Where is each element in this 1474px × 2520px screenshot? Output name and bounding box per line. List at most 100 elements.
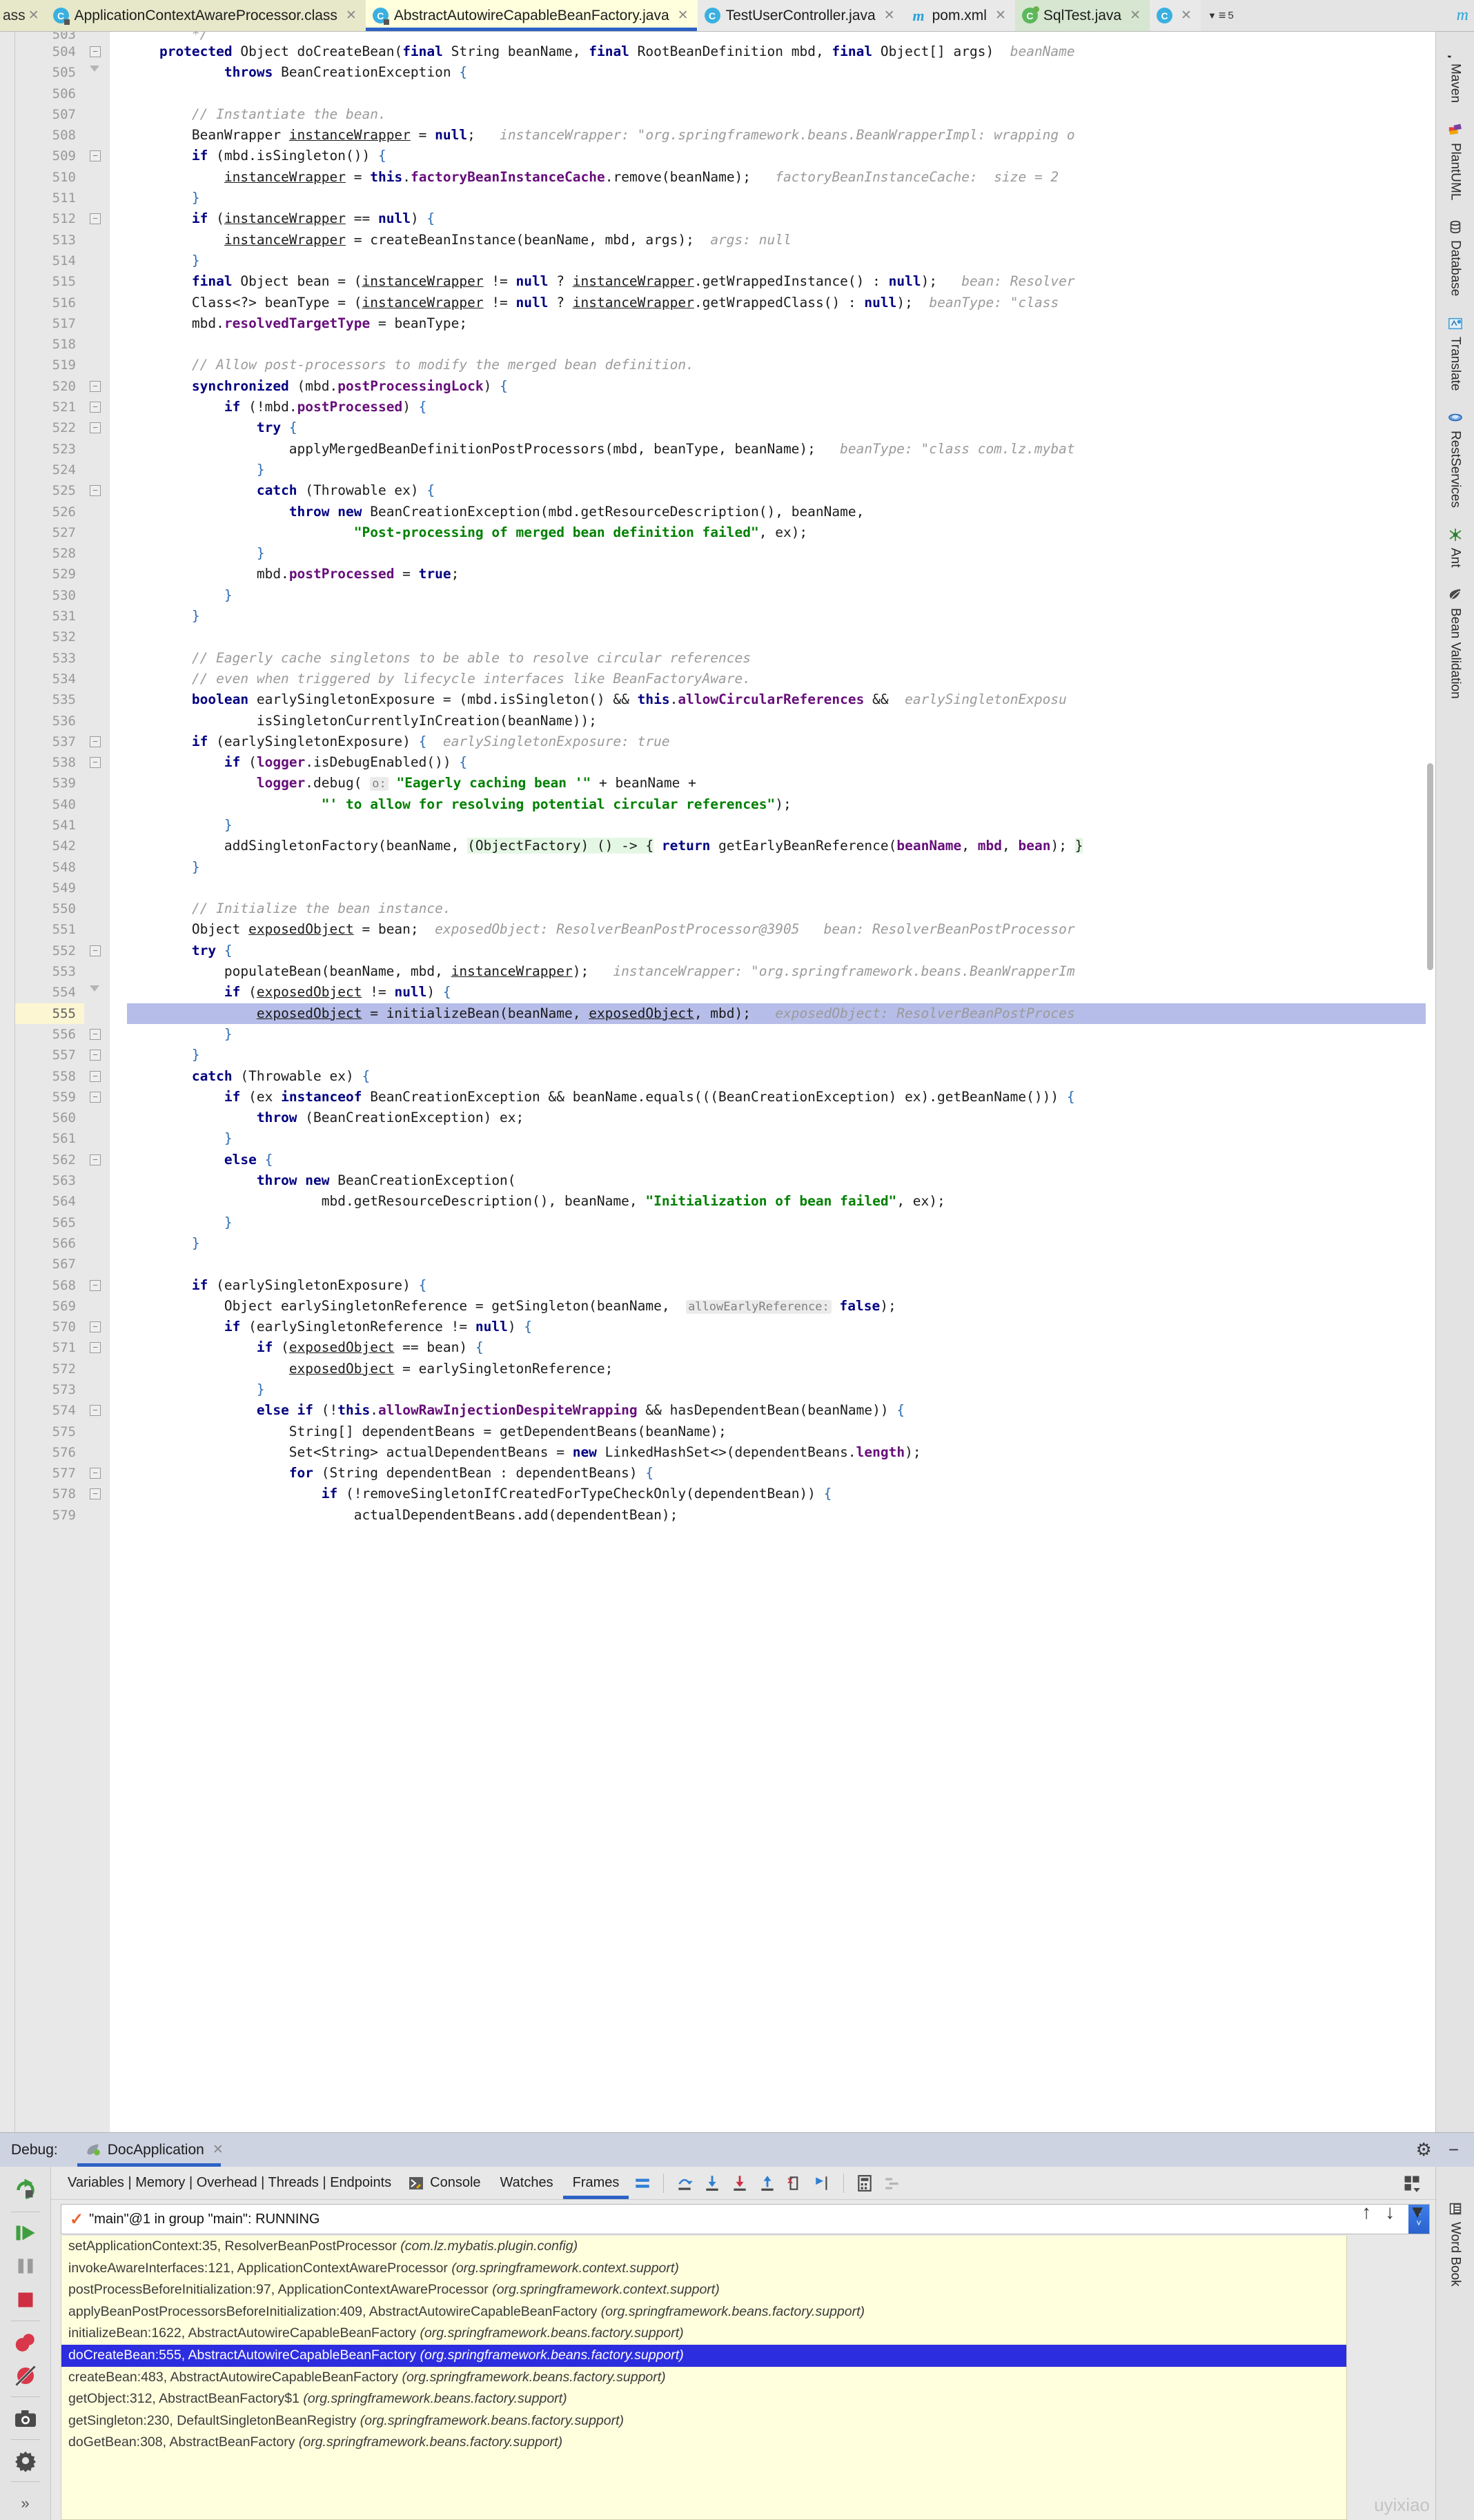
step-into-button[interactable] — [702, 2173, 723, 2194]
code-line[interactable]: } — [127, 606, 1435, 627]
fold-collapse-icon[interactable]: − — [90, 402, 101, 413]
tab-watches[interactable]: Watches — [491, 2167, 563, 2199]
maven-m-icon[interactable]: m — [1457, 6, 1468, 25]
step-over-button[interactable] — [674, 2173, 695, 2194]
fold-collapse-icon[interactable]: − — [90, 150, 101, 162]
line-number[interactable]: 525 — [15, 480, 84, 501]
code-line[interactable]: mbd.resolvedTargetType = beanType; — [127, 313, 1435, 334]
code-line[interactable]: if (mbd.isSingleton()) { — [127, 146, 1435, 166]
code-line[interactable]: if (earlySingletonExposure) { earlySingl… — [127, 731, 1435, 752]
minimize-icon[interactable]: − — [1448, 2139, 1459, 2160]
line-number[interactable]: 557 — [15, 1045, 84, 1065]
line-number[interactable]: 510 — [15, 167, 84, 188]
step-out-button[interactable] — [757, 2173, 778, 2194]
fold-collapse-icon[interactable]: − — [90, 757, 101, 769]
code-line[interactable]: } — [127, 1212, 1435, 1233]
rerun-button[interactable] — [9, 2175, 42, 2206]
code-line[interactable]: if (earlySingletonExposure) { — [127, 1275, 1435, 1296]
line-number[interactable]: 505 — [15, 62, 84, 83]
line-number[interactable]: 562 — [15, 1150, 84, 1170]
line-number[interactable]: 560 — [15, 1108, 84, 1128]
frame-row[interactable]: createBean:483, AbstractAutowireCapableB… — [61, 2367, 1346, 2389]
code-line[interactable]: } — [127, 815, 1435, 836]
code-line[interactable]: if (logger.isDebugEnabled()) { — [127, 752, 1435, 773]
fold-collapse-icon[interactable]: − — [90, 380, 101, 392]
fold-collapse-icon[interactable]: − — [90, 1405, 101, 1417]
code-line[interactable]: // Initialize the bean instance. — [127, 898, 1435, 919]
line-number[interactable]: 513 — [15, 230, 84, 250]
line-number[interactable]: 561 — [15, 1128, 84, 1149]
code-line[interactable] — [127, 334, 1435, 355]
line-number[interactable]: 507 — [15, 104, 84, 125]
line-number[interactable]: 511 — [15, 188, 84, 208]
line-number[interactable]: 524 — [15, 460, 84, 480]
frames-list[interactable]: setApplicationContext:35, ResolverBeanPo… — [61, 2236, 1347, 2520]
frame-row[interactable]: applyBeanPostProcessorsBeforeInitializat… — [61, 2301, 1346, 2323]
code-line[interactable]: } — [127, 543, 1435, 564]
layout-settings-icon[interactable] — [1402, 2174, 1422, 2193]
evaluate-expression-button[interactable] — [854, 2173, 875, 2194]
code-line[interactable] — [127, 878, 1435, 898]
line-number[interactable]: 518 — [15, 334, 84, 355]
code-line[interactable]: logger.debug( o: "Eagerly caching bean '… — [127, 773, 1435, 794]
code-line[interactable]: protected Object doCreateBean(final Stri… — [127, 41, 1435, 62]
stop-button[interactable] — [9, 2285, 42, 2316]
line-number[interactable]: 555 — [15, 1003, 84, 1024]
close-icon[interactable]: ✕ — [28, 8, 39, 23]
code-text-area[interactable]: */ protected Object doCreateBean(final S… — [121, 32, 1435, 2132]
line-number[interactable]: 565 — [15, 1212, 84, 1233]
code-line[interactable]: "' to allow for resolving potential circ… — [127, 794, 1435, 815]
line-number[interactable]: 575 — [15, 1421, 84, 1442]
code-line[interactable]: throw new BeanCreationException( — [127, 1170, 1435, 1191]
line-number[interactable]: 517 — [15, 313, 84, 334]
toolwindow-translate[interactable]: Translate — [1448, 316, 1463, 391]
code-line[interactable]: exposedObject = earlySingletonReference; — [127, 1359, 1435, 1379]
line-number[interactable]: 549 — [15, 878, 84, 898]
fold-collapse-icon[interactable]: − — [90, 1279, 101, 1291]
close-icon[interactable]: ✕ — [1130, 8, 1141, 23]
code-line[interactable]: catch (Throwable ex) { — [127, 480, 1435, 501]
line-number[interactable]: 531 — [15, 606, 84, 627]
code-line[interactable]: } — [127, 1045, 1435, 1065]
tab-console[interactable]: Console — [398, 2167, 490, 2199]
line-number[interactable]: 526 — [15, 502, 84, 522]
line-number[interactable]: 534 — [15, 669, 84, 689]
line-number[interactable]: 533 — [15, 648, 84, 669]
code-line[interactable]: try { — [127, 941, 1435, 961]
line-number[interactable]: 519 — [15, 355, 84, 375]
code-line[interactable]: instanceWrapper = this.factoryBeanInstan… — [127, 167, 1435, 188]
code-line[interactable]: } — [127, 585, 1435, 606]
filter-icon[interactable]: ▼ — [1408, 2201, 1426, 2223]
line-number[interactable]: 535 — [15, 689, 84, 710]
fold-collapse-icon[interactable]: − — [90, 1091, 101, 1103]
tab-frames[interactable]: Frames — [562, 2167, 629, 2200]
line-number[interactable]: 576 — [15, 1442, 84, 1463]
line-number[interactable]: 527 — [15, 522, 84, 543]
code-line[interactable]: if (instanceWrapper == null) { — [127, 208, 1435, 229]
line-number[interactable]: 504 — [15, 41, 84, 62]
tab-test-user-controller[interactable]: C TestUserController.java ✕ — [697, 0, 904, 31]
line-number[interactable]: 539 — [15, 773, 84, 794]
tab-abstract-autowire-capable-bean-factory[interactable]: C AbstractAutowireCapableBeanFactory.jav… — [365, 0, 698, 31]
line-number[interactable]: 506 — [15, 83, 84, 104]
line-number[interactable]: 556 — [15, 1024, 84, 1045]
line-number[interactable]: 566 — [15, 1233, 84, 1254]
frame-down-icon[interactable]: ↓ — [1385, 2201, 1395, 2223]
line-number[interactable]: 553 — [15, 961, 84, 982]
code-line[interactable] — [127, 627, 1435, 647]
frame-row[interactable]: doCreateBean:555, AbstractAutowireCapabl… — [61, 2345, 1346, 2367]
fold-collapse-icon[interactable]: − — [90, 1028, 101, 1040]
toolwindow-restservices[interactable]: RestServices — [1448, 410, 1463, 508]
line-number[interactable]: 538 — [15, 752, 84, 773]
editor-vertical-scrollbar[interactable] — [1426, 32, 1435, 2132]
line-number[interactable]: 523 — [15, 439, 84, 460]
settings-gear-icon[interactable]: ⚙ — [1416, 2139, 1432, 2160]
frame-row[interactable]: setApplicationContext:35, ResolverBeanPo… — [61, 2236, 1346, 2258]
line-number[interactable]: 579 — [15, 1505, 84, 1526]
code-line[interactable]: throws BeanCreationException { — [127, 62, 1435, 83]
code-line[interactable]: Object exposedObject = bean; exposedObje… — [127, 919, 1435, 940]
line-number[interactable]: 536 — [15, 711, 84, 731]
code-line[interactable]: } — [127, 250, 1435, 271]
code-line[interactable]: synchronized (mbd.postProcessingLock) { — [127, 376, 1435, 397]
code-line[interactable]: } — [127, 1233, 1435, 1254]
